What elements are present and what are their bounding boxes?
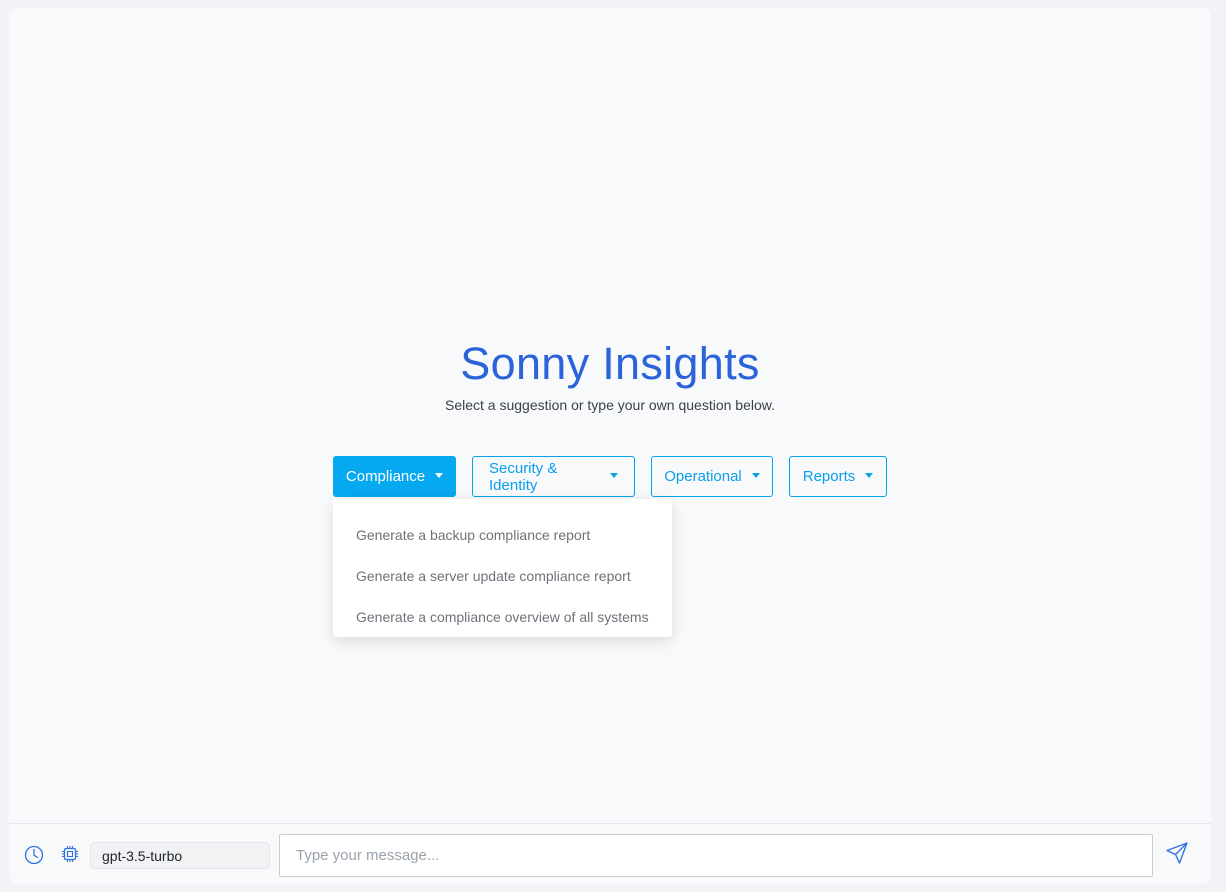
caret-down-icon <box>751 473 760 478</box>
dropdown-item-backup-compliance[interactable]: Generate a backup compliance report <box>356 527 590 543</box>
message-input[interactable] <box>279 834 1153 877</box>
compliance-button-label: Compliance <box>345 468 426 485</box>
caret-down-icon <box>865 473 874 478</box>
chat-panel: Sonny Insights Select a suggestion or ty… <box>9 8 1211 884</box>
message-bar: gpt-3.5-turbo <box>9 823 1211 884</box>
operational-button-label: Operational <box>664 468 742 485</box>
compliance-dropdown-menu: Generate a backup compliance report Gene… <box>333 499 672 637</box>
reports-button-label: Reports <box>802 468 856 485</box>
dropdown-item-server-update-compliance[interactable]: Generate a server update compliance repo… <box>356 568 631 584</box>
page-subtitle: Select a suggestion or type your own que… <box>445 397 775 413</box>
caret-down-icon <box>610 473 618 478</box>
reports-dropdown-button[interactable]: Reports <box>789 456 887 497</box>
operational-dropdown-button[interactable]: Operational <box>651 456 773 497</box>
page-title: Sonny Insights <box>460 338 760 389</box>
security-identity-dropdown-button[interactable]: Security & Identity <box>472 456 635 497</box>
security-identity-button-label: Security & Identity <box>489 459 558 494</box>
model-selector[interactable]: gpt-3.5-turbo <box>90 842 270 869</box>
chip-icon <box>62 846 78 862</box>
dropdown-item-compliance-overview[interactable]: Generate a compliance overview of all sy… <box>356 609 649 625</box>
clock-icon[interactable] <box>24 845 44 865</box>
caret-down-icon <box>435 473 444 478</box>
send-icon[interactable] <box>1165 841 1189 865</box>
compliance-dropdown-button[interactable]: Compliance <box>333 456 456 497</box>
